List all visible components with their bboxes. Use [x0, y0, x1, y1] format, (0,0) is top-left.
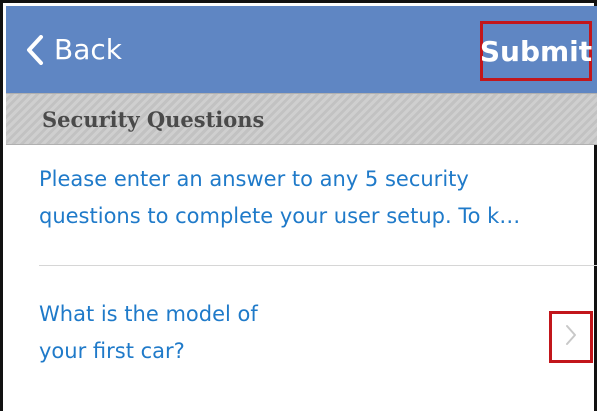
disclosure-button[interactable]	[549, 311, 593, 363]
instructions-line: Please enter an answer to any 5 security	[39, 167, 469, 191]
chevron-left-icon	[26, 34, 44, 65]
back-button[interactable]: Back	[26, 6, 122, 93]
section-title: Security Questions	[42, 107, 265, 132]
navigation-bar: Back Submit	[6, 6, 597, 93]
chevron-right-icon	[565, 324, 577, 350]
submit-button[interactable]: Submit	[480, 21, 592, 81]
instructions-line: questions to complete your user setup. T…	[39, 204, 521, 228]
question-line: What is the model of	[39, 302, 258, 326]
question-row-first-car[interactable]: What is the model of your first car?	[6, 266, 597, 414]
app-screen: Back Submit Security Questions Please en…	[0, 0, 597, 411]
section-header: Security Questions	[6, 93, 597, 145]
back-label: Back	[54, 33, 122, 66]
instructions-text: Please enter an answer to any 5 security…	[39, 161, 584, 235]
question-line: your first car?	[39, 339, 185, 363]
question-text: What is the model of your first car?	[39, 296, 258, 370]
